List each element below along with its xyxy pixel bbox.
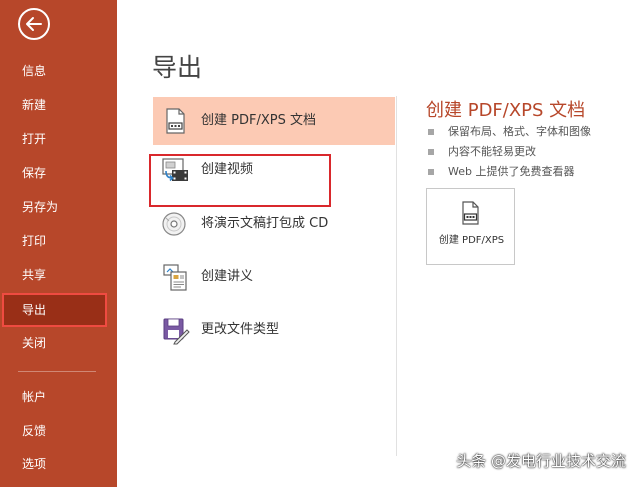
option-label: 创建视频 [201,162,254,177]
page-title: 导出 [152,53,203,82]
option-label: 创建讲义 [201,269,254,284]
detail-bullet: Web 上提供了免费查看器 [428,162,591,182]
detail-title: 创建 PDF/XPS 文档 [426,100,586,121]
nav-item-close[interactable]: 关闭 [0,328,117,358]
file-type-icon [163,318,190,345]
option-label: 更改文件类型 [201,322,280,337]
nav-item-print[interactable]: 打印 [0,226,117,256]
pane-divider [396,96,397,456]
video-icon [162,158,188,182]
nav-item-options[interactable]: 选项 [0,449,117,479]
nav-item-share[interactable]: 共享 [0,260,117,290]
option-create-video[interactable]: 创建视频 [153,146,395,194]
back-button[interactable] [18,8,50,40]
sidebar-divider [18,371,96,372]
option-label: 创建 PDF/XPS 文档 [201,113,316,128]
nav-item-save-as[interactable]: 另存为 [0,192,117,222]
backstage-sidebar: 信息 新建 打开 保存 另存为 打印 共享 导出 关闭 帐户 反馈 选项 [0,0,117,487]
option-create-pdf-xps[interactable]: 创建 PDF/XPS 文档 [153,97,395,145]
arrow-left-icon [26,17,42,31]
option-label: 将演示文稿打包成 CD [201,216,329,231]
nav-item-feedback[interactable]: 反馈 [0,416,117,446]
nav-item-account[interactable]: 帐户 [0,382,117,412]
detail-bullet-list: 保留布局、格式、字体和图像 内容不能轻易更改 Web 上提供了免费查看器 [428,122,591,182]
option-package-cd[interactable]: 将演示文稿打包成 CD [153,200,395,248]
create-pdf-xps-button[interactable]: 创建 PDF/XPS [426,188,515,265]
nav-item-new[interactable]: 新建 [0,90,117,120]
nav-item-info[interactable]: 信息 [0,56,117,86]
pdf-document-icon [166,108,185,134]
bullet-square [428,129,434,135]
option-create-handouts[interactable]: 创建讲义 [153,253,395,301]
nav-item-export[interactable]: 导出 [4,295,105,325]
bullet-square [428,149,434,155]
detail-bullet: 保留布局、格式、字体和图像 [428,122,591,142]
pdf-document-icon [462,201,479,225]
option-change-file-type[interactable]: 更改文件类型 [153,306,395,354]
watermark: 头条 @发电行业技术交流 [456,452,626,470]
create-pdf-xps-button-label: 创建 PDF/XPS [438,235,505,246]
nav-item-save[interactable]: 保存 [0,158,117,188]
bullet-square [428,169,434,175]
nav-item-open[interactable]: 打开 [0,124,117,154]
cd-icon [162,212,186,236]
handout-icon [163,264,187,291]
detail-bullet: 内容不能轻易更改 [428,142,591,162]
